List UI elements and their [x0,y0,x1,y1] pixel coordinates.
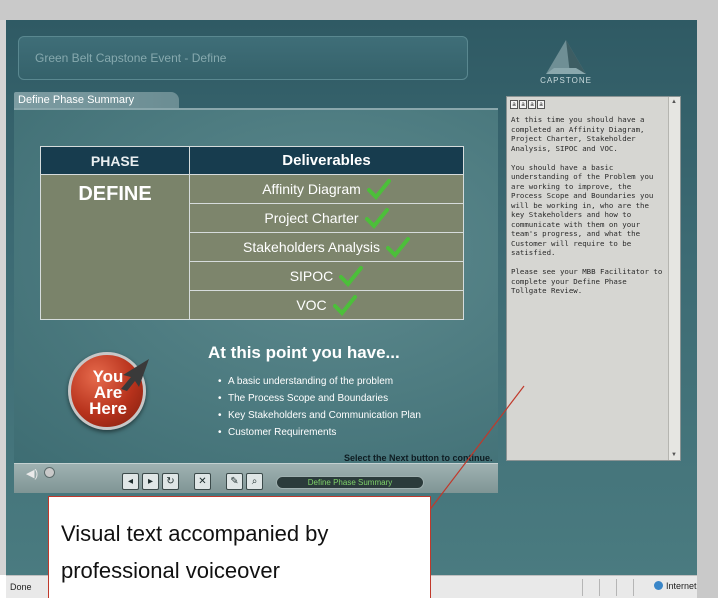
deliverable-label: VOC [296,297,327,313]
summary-heading: At this point you have... [208,343,400,362]
deliverables-list: Affinity Diagram Project Charter Stakeho… [190,175,464,320]
scroll-down-icon[interactable]: ▼ [671,452,677,458]
scroll-up-icon[interactable]: ▲ [671,99,677,105]
you-are-here-badge: You Are Here [68,352,149,430]
notes-tool-button[interactable]: a [519,100,527,109]
course-title-bar: Green Belt Capstone Event - Define [18,36,468,80]
notes-tool-button[interactable]: a [528,100,536,109]
top-border [0,0,718,20]
summary-item: The Process Scope and Boundaries [218,393,421,410]
right-border [697,20,718,598]
notes-panel: a a a a At this time you should have a c… [506,96,681,461]
pointer-arrow-icon [121,359,149,391]
globe-icon [654,581,663,590]
tools-button[interactable]: ✎ [226,473,243,490]
play-button[interactable]: ▸ [142,473,159,490]
notes-tool-button[interactable]: a [510,100,518,109]
summary-item: Customer Requirements [218,427,421,444]
notes-tool-button[interactable]: a [537,100,545,109]
replay-button[interactable]: ↻ [162,473,179,490]
deliverables-header: Deliverables [190,146,464,175]
slide-stage: PHASE Deliverables DEFINE Affinity Diagr… [14,108,498,463]
notes-scrollbar[interactable]: ▲ ▼ [668,97,680,460]
logo-pyramid-icon [546,40,586,74]
deliverable-row: SIPOC [190,262,464,291]
deliverable-label: Stakeholders Analysis [243,239,380,255]
slide-title: Define Phase Summary [14,92,179,108]
notes-text: At this time you should have a completed… [511,115,663,295]
summary-list: A basic understanding of the problem The… [218,376,421,444]
logo-text: CAPSTONE [540,76,592,85]
continue-instruction: Select the Next button to continue. [344,453,493,463]
status-text: Done [10,582,32,592]
checkmark-icon [366,179,391,200]
summary-item: A basic understanding of the problem [218,376,421,393]
back-button[interactable]: ◂ [122,473,139,490]
notes-toolbar: a a a a [510,100,545,110]
capstone-logo: CAPSTONE [526,38,606,88]
zone-label: Internet [666,581,697,591]
security-zone: Internet [654,581,697,591]
deliverable-row: Project Charter [190,204,464,233]
checkmark-icon [385,237,410,258]
checkmark-icon [332,295,357,316]
settings-dot-button[interactable] [44,467,55,478]
search-button[interactable]: ⌕ [246,473,263,490]
course-player: Green Belt Capstone Event - Define CAPST… [6,20,697,575]
summary-item: Key Stakeholders and Communication Plan [218,410,421,427]
checkmark-icon [364,208,389,229]
player-controls: ◀) ◂ ▸ ↻ ✕ ✎ ⌕ Define Phase Summary [14,463,498,493]
phase-name: DEFINE [40,175,190,320]
status-separators [566,579,646,596]
deliverable-row: Affinity Diagram [190,175,464,204]
annotation-callout: Visual text accompanied by professional … [48,496,431,598]
course-title: Green Belt Capstone Event - Define [35,51,227,65]
deliverable-row: Stakeholders Analysis [190,233,464,262]
deliverables-table: PHASE Deliverables DEFINE Affinity Diagr… [40,146,464,320]
slide-progress-pill: Define Phase Summary [276,476,424,489]
deliverable-label: Project Charter [264,210,359,226]
close-button[interactable]: ✕ [194,473,211,490]
deliverable-row: VOC [190,291,464,320]
volume-icon[interactable]: ◀) [26,467,40,480]
phase-header: PHASE [40,146,190,175]
deliverable-label: SIPOC [289,268,334,284]
deliverable-label: Affinity Diagram [262,181,361,197]
checkmark-icon [339,266,364,287]
callout-text: Visual text accompanied by professional … [61,521,329,583]
